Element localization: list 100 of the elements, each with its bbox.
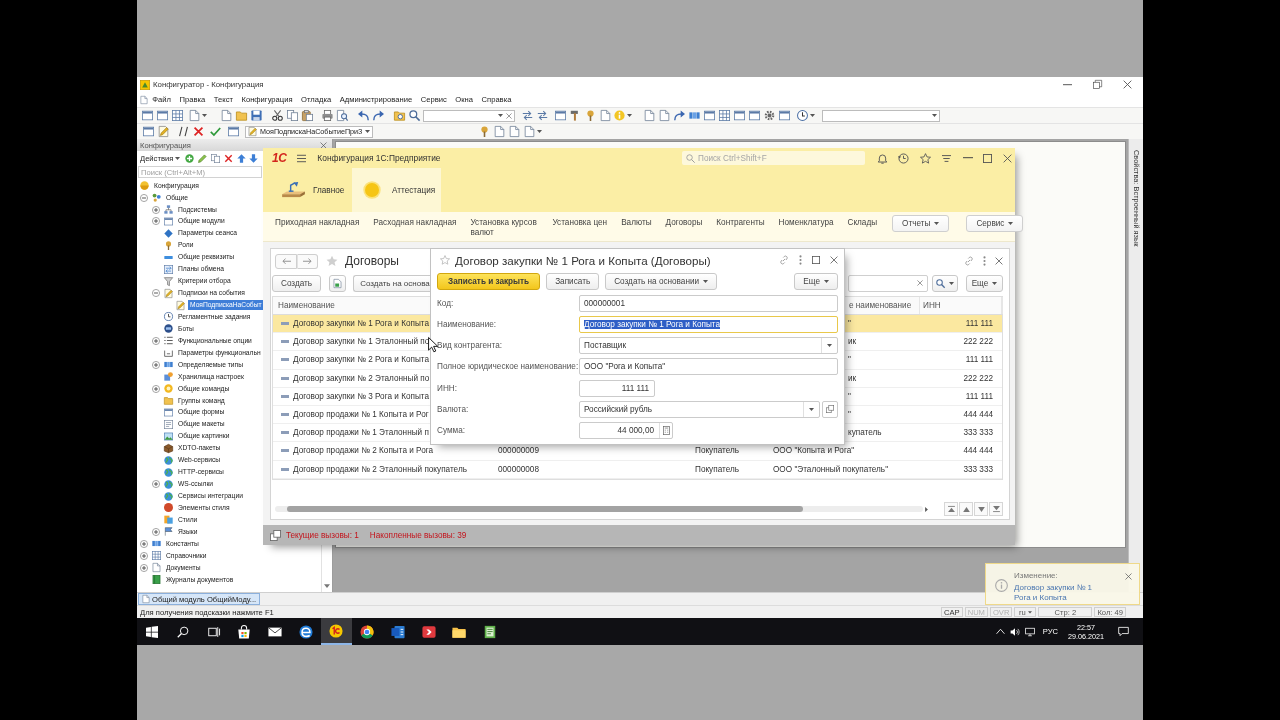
more-icon[interactable] (983, 256, 986, 266)
more-button[interactable]: Еще (966, 274, 1003, 292)
restore-icon[interactable] (1093, 80, 1102, 89)
close-icon[interactable] (1002, 153, 1012, 163)
pencil-icon[interactable] (198, 153, 208, 163)
nav-link[interactable]: Расходная накладная (373, 218, 457, 228)
plus-circle-icon[interactable] (152, 205, 160, 214)
search-icon[interactable] (409, 110, 420, 121)
window-icon[interactable] (704, 110, 715, 121)
save-button[interactable]: Записать (546, 272, 600, 290)
clock-icon[interactable] (797, 110, 808, 121)
close-icon[interactable] (995, 257, 1003, 265)
page-icon[interactable] (659, 110, 670, 121)
scroll-to-top-button[interactable] (944, 502, 958, 516)
window-icon[interactable] (734, 110, 745, 121)
combo-field[interactable] (822, 109, 940, 122)
create-button[interactable]: Создать (272, 274, 322, 292)
clipboard-icon[interactable] (302, 110, 313, 121)
plus-circle-icon[interactable] (152, 480, 160, 489)
window-icon[interactable] (228, 126, 239, 137)
message-icon[interactable] (1118, 626, 1129, 637)
dropdown-field[interactable]: Российский рубль (579, 401, 820, 418)
scroll-to-bottom-button[interactable] (989, 502, 1003, 516)
scissors-icon[interactable] (272, 110, 283, 121)
folder-magnifier-icon[interactable] (394, 110, 405, 121)
close-icon[interactable] (830, 256, 838, 264)
down-arrow-icon[interactable] (249, 153, 259, 163)
nav-link[interactable]: Приходная накладная (275, 218, 360, 228)
minimize-icon[interactable] (962, 157, 973, 159)
close-icon[interactable] (320, 141, 327, 149)
text-field[interactable]: 111 111 (579, 379, 655, 397)
search-button[interactable] (932, 274, 958, 292)
page-magnifier-icon[interactable] (337, 110, 348, 121)
caret-icon[interactable] (498, 114, 503, 117)
page-pencil-icon[interactable] (158, 126, 169, 137)
caret-icon[interactable] (827, 344, 832, 348)
redo-icon[interactable] (674, 110, 685, 121)
horizontal-scrollbar[interactable] (275, 506, 923, 512)
caret-icon[interactable] (627, 114, 632, 117)
page-icon[interactable] (600, 110, 611, 121)
back-button[interactable] (275, 253, 297, 269)
caret-icon[interactable] (810, 114, 815, 117)
amount-field[interactable]: 44 000,00 (579, 422, 673, 440)
close-icon[interactable] (1123, 80, 1132, 89)
search-field[interactable] (848, 274, 928, 292)
menu-button[interactable]: Отчеты (892, 215, 950, 232)
hammer-icon[interactable] (570, 110, 581, 121)
maximize-icon[interactable] (812, 256, 820, 264)
minus-circle-icon[interactable] (140, 193, 148, 202)
section-tab[interactable]: Главное (263, 168, 352, 212)
page-icon[interactable] (221, 110, 232, 121)
table-icon[interactable] (719, 110, 730, 121)
window-icon[interactable] (157, 110, 168, 121)
plus-circle-icon[interactable] (152, 360, 160, 369)
more-button[interactable]: Еще (794, 272, 838, 290)
taskbar-button[interactable] (321, 618, 352, 645)
find-field[interactable] (423, 109, 515, 122)
nav-link[interactable]: Контрагенты (716, 218, 765, 228)
clock-icon[interactable] (898, 152, 909, 164)
blocks-icon[interactable] (689, 110, 700, 121)
gear-icon[interactable] (764, 110, 775, 121)
exchange-arrows-icon[interactable] (522, 110, 533, 121)
text-field[interactable]: ООО "Рога и Копыта" (579, 358, 838, 376)
plus-circle-icon[interactable] (152, 217, 160, 226)
chevron-up-icon[interactable] (995, 627, 1005, 636)
calculator-icon[interactable] (662, 426, 670, 436)
notification-link[interactable]: Договор закупки № 1 Рога и Копыта (1014, 583, 1104, 603)
create-based-on-button[interactable]: Создать на основании (605, 272, 718, 290)
page-icon[interactable] (509, 126, 521, 137)
printer-icon[interactable] (322, 110, 333, 121)
search-field[interactable]: Поиск Ctrl+Shift+F (682, 151, 865, 165)
star-icon[interactable] (326, 255, 338, 267)
nav-link[interactable]: Номенклатура (778, 218, 834, 228)
minimize-icon[interactable] (1063, 83, 1072, 86)
delete-icon[interactable] (224, 153, 234, 163)
window-icon[interactable] (142, 110, 153, 121)
clear-icon[interactable] (917, 280, 923, 286)
windows-icon[interactable] (270, 529, 281, 541)
caret-icon[interactable] (932, 114, 937, 117)
plus-circle-icon[interactable] (152, 384, 160, 393)
save-and-close-button[interactable]: Записать и закрыть (437, 272, 541, 290)
plus-circle-icon[interactable] (152, 527, 160, 536)
star-icon[interactable] (919, 152, 931, 164)
speaker-icon[interactable] (1009, 626, 1020, 637)
create-based-on-button[interactable]: Создать на основа (353, 274, 430, 292)
cross-icon[interactable] (193, 126, 204, 137)
undo-icon[interactable] (358, 110, 369, 121)
nav-link[interactable]: Склады (847, 218, 878, 228)
document-button[interactable] (329, 274, 347, 292)
monitor-icon[interactable] (1024, 626, 1035, 637)
table-icon[interactable] (172, 110, 183, 121)
window-icon[interactable] (555, 110, 566, 121)
window-icon[interactable] (749, 110, 760, 121)
folder-icon[interactable] (236, 110, 247, 121)
exchange-arrows-icon[interactable] (537, 110, 548, 121)
scroll-down-arrow-icon[interactable] (324, 584, 330, 588)
copy-icon[interactable] (287, 110, 298, 121)
section-tab[interactable]: Аттестация (352, 168, 441, 212)
column-header[interactable]: ИНН (923, 301, 941, 310)
menu-icon[interactable] (296, 153, 308, 163)
